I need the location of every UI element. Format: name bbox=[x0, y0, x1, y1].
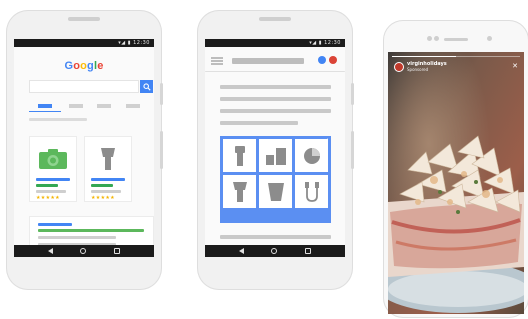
android-nav-bar bbox=[205, 245, 345, 257]
volume-button bbox=[351, 83, 354, 105]
recent-apps-icon[interactable] bbox=[305, 248, 312, 254]
status-bar: ▾◢ ▮ 12:30 bbox=[14, 39, 154, 47]
header-divider bbox=[205, 71, 345, 72]
three-phone-mockups: ▾◢ ▮ 12:30 Google ★★★★★ ★★★★★ ▾◢ ▮ 12:30… bbox=[0, 0, 528, 319]
product-title-bar bbox=[91, 178, 125, 181]
cup-icon bbox=[267, 182, 284, 201]
story-progress-bar bbox=[392, 56, 520, 57]
vase-icon bbox=[101, 148, 115, 170]
back-icon[interactable] bbox=[238, 248, 244, 254]
power-button bbox=[351, 131, 354, 169]
avatar[interactable] bbox=[394, 62, 404, 72]
ad-product-cell[interactable] bbox=[295, 139, 328, 172]
article-text-bar bbox=[220, 85, 331, 89]
logo-letter: g bbox=[87, 60, 94, 72]
product-card[interactable]: ★★★★★ bbox=[84, 136, 132, 202]
status-bar: ▾◢ ▮ 12:30 bbox=[205, 39, 345, 47]
product-store-bar bbox=[91, 190, 121, 193]
ad-product-cell[interactable] bbox=[223, 175, 256, 208]
cable-icon bbox=[304, 181, 319, 202]
sponsored-label: Sponsored bbox=[407, 67, 429, 72]
close-icon[interactable]: ✕ bbox=[512, 63, 518, 70]
phone-search-results: ▾◢ ▮ 12:30 Google ★★★★★ ★★★★★ bbox=[6, 10, 163, 290]
product-title-bar bbox=[36, 178, 70, 181]
ad-product-cell[interactable] bbox=[295, 175, 328, 208]
phone-article-ad: ▾◢ ▮ 12:30 i bbox=[197, 10, 354, 290]
header-dot-blue bbox=[318, 56, 326, 64]
phone-screen: virginholidays Sponsored ✕ bbox=[388, 52, 524, 314]
ad-product-cell[interactable] bbox=[259, 139, 292, 172]
header-title-bar bbox=[232, 58, 304, 64]
android-nav-bar bbox=[14, 245, 154, 257]
search-icon bbox=[142, 82, 151, 91]
phone-speaker bbox=[259, 17, 291, 21]
phone-speaker bbox=[68, 17, 100, 21]
front-camera bbox=[427, 36, 432, 41]
result-url-bar bbox=[38, 229, 144, 232]
vase-icon bbox=[232, 181, 247, 202]
phone-screen: ▾◢ ▮ 12:30 i bbox=[205, 39, 345, 257]
result-snippet-bar bbox=[38, 236, 116, 239]
article-text-bar bbox=[220, 235, 331, 239]
back-icon[interactable] bbox=[47, 248, 53, 254]
home-icon[interactable] bbox=[80, 248, 87, 254]
rating-stars: ★★★★★ bbox=[91, 195, 115, 201]
search-tabs bbox=[29, 102, 154, 112]
tab-images[interactable] bbox=[69, 104, 83, 108]
product-image bbox=[91, 145, 125, 173]
header-dot-red bbox=[329, 56, 337, 64]
article-text-bar bbox=[220, 121, 298, 125]
search-button[interactable] bbox=[140, 80, 153, 93]
article-text-bar bbox=[220, 97, 331, 101]
product-card[interactable]: ★★★★★ bbox=[29, 136, 77, 202]
recent-apps-icon[interactable] bbox=[114, 248, 121, 254]
tab-shopping[interactable] bbox=[97, 104, 111, 108]
story-food-photo bbox=[388, 52, 524, 314]
status-indicators: ▾◢ ▮ 12:30 bbox=[309, 40, 341, 46]
logo-letter: e bbox=[97, 60, 104, 72]
results-label-bar bbox=[29, 118, 87, 121]
result-title-bar bbox=[38, 223, 72, 226]
camera-icon bbox=[39, 149, 67, 169]
tab-all[interactable] bbox=[38, 104, 52, 108]
display-ad-unit[interactable]: i bbox=[220, 136, 331, 223]
product-price-bar bbox=[36, 184, 58, 187]
active-tab-indicator bbox=[29, 111, 61, 112]
article-text-bar bbox=[220, 109, 331, 113]
product-store-bar bbox=[36, 190, 66, 193]
plate-icon bbox=[303, 147, 320, 164]
front-sensor bbox=[434, 36, 439, 41]
menu-icon[interactable] bbox=[211, 57, 223, 65]
home-icon[interactable] bbox=[271, 248, 278, 254]
google-logo: Google bbox=[14, 60, 154, 72]
pots-icon bbox=[265, 147, 286, 165]
logo-letter: G bbox=[64, 60, 74, 72]
product-price-bar bbox=[91, 184, 113, 187]
ad-product-cell[interactable] bbox=[223, 139, 256, 172]
ad-product-cell[interactable] bbox=[259, 175, 292, 208]
story-progress-fill bbox=[392, 56, 456, 57]
power-button bbox=[160, 131, 163, 169]
volume-button bbox=[160, 83, 163, 105]
phone-instagram-story: virginholidays Sponsored ✕ bbox=[383, 20, 528, 318]
logo-letter: o bbox=[80, 60, 88, 72]
phone-speaker bbox=[444, 38, 468, 41]
rating-stars: ★★★★★ bbox=[36, 195, 60, 201]
tab-news[interactable] bbox=[126, 104, 140, 108]
phone-screen: ▾◢ ▮ 12:30 Google ★★★★★ ★★★★★ bbox=[14, 39, 154, 257]
status-indicators: ▾◢ ▮ 12:30 bbox=[118, 40, 150, 46]
product-image bbox=[36, 145, 70, 173]
front-camera bbox=[487, 36, 492, 41]
search-input[interactable] bbox=[29, 80, 139, 93]
flashlight-icon bbox=[234, 145, 245, 166]
